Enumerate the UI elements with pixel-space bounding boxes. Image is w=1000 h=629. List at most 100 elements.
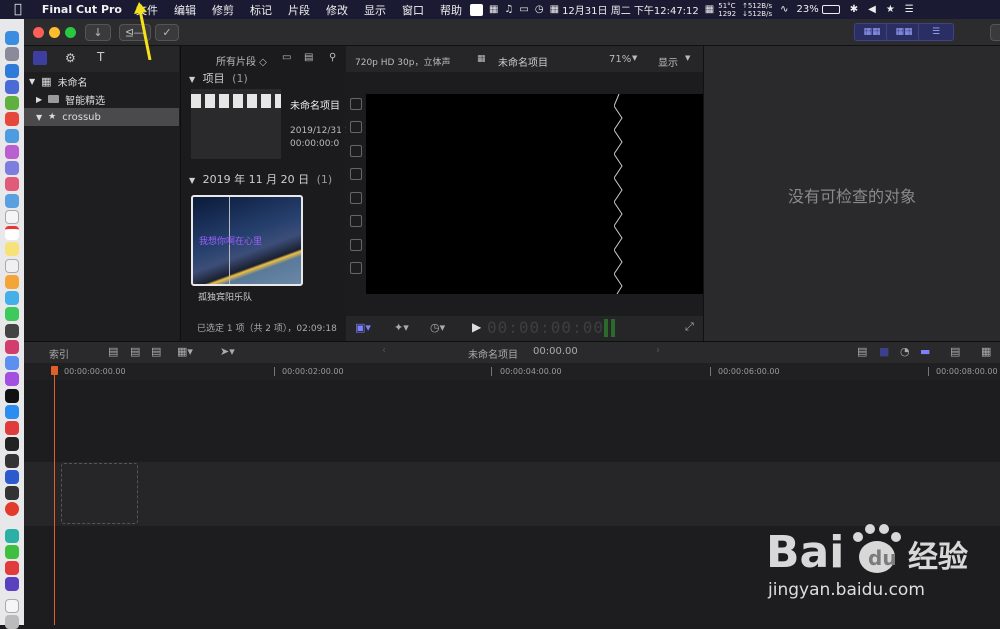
fullscreen-icon[interactable]: ⤢ bbox=[685, 320, 694, 334]
disclosure-open-icon[interactable]: ▼ bbox=[36, 113, 42, 122]
music-icon[interactable]: ♫ bbox=[504, 4, 513, 15]
appletv-icon[interactable] bbox=[5, 389, 19, 403]
headphones-icon[interactable]: ◔ bbox=[900, 345, 910, 358]
video-frame[interactable] bbox=[366, 94, 703, 294]
clip-name[interactable]: 孤独宾阳乐队 bbox=[198, 290, 252, 303]
android-icon[interactable] bbox=[5, 96, 19, 110]
append-clip-icon[interactable]: ▤ bbox=[151, 345, 161, 358]
app-icon[interactable] bbox=[5, 194, 19, 208]
clip-appearance-icon[interactable]: ▭ bbox=[282, 52, 291, 63]
filmstrip-icon[interactable]: ▤ bbox=[304, 52, 313, 63]
app-icon[interactable] bbox=[5, 324, 19, 338]
library-item-event[interactable]: ▼ ★ crossub bbox=[24, 108, 179, 126]
safari-icon[interactable] bbox=[5, 64, 19, 78]
video-only-icon[interactable]: ▤ bbox=[857, 345, 867, 358]
search-icon[interactable]: ⚲ bbox=[329, 52, 336, 63]
menu-view[interactable]: 显示 bbox=[356, 2, 394, 18]
display-icon[interactable]: ▭ bbox=[519, 4, 528, 15]
snapping-icon[interactable]: ▬ bbox=[920, 345, 930, 358]
app-icon[interactable] bbox=[5, 340, 19, 354]
play-icon[interactable]: ▶ bbox=[472, 320, 481, 334]
app-icon[interactable] bbox=[5, 529, 19, 543]
clock-text[interactable]: 12月31日 周二 下午12:47:12 bbox=[562, 2, 699, 17]
connect-clip-icon[interactable]: ▤ bbox=[108, 345, 118, 358]
transform-icon[interactable]: ▣▾ bbox=[355, 321, 371, 334]
disclosure-closed-icon[interactable]: ▶ bbox=[36, 95, 42, 104]
insert-clip-icon[interactable]: ▤ bbox=[130, 345, 140, 358]
clip-appearance-icon[interactable]: ▤ bbox=[950, 345, 960, 358]
finder-icon[interactable] bbox=[5, 31, 19, 45]
grid2-icon[interactable]: ▦ bbox=[705, 4, 714, 15]
app-icon[interactable] bbox=[5, 356, 19, 370]
chevron-down-icon[interactable]: ▼ bbox=[632, 54, 637, 62]
calendar-icon[interactable] bbox=[5, 226, 19, 240]
weibo-icon[interactable] bbox=[5, 561, 19, 575]
inspector-toggle-button[interactable]: ☰ bbox=[918, 23, 954, 41]
project-thumbnail[interactable] bbox=[191, 89, 281, 159]
import-button[interactable]: ↓ bbox=[85, 24, 111, 41]
terminal-icon[interactable] bbox=[5, 437, 19, 451]
menu-edit[interactable]: 编辑 bbox=[166, 2, 204, 18]
forward-arrow-icon[interactable]: › bbox=[656, 345, 660, 356]
battery-text[interactable]: 23% bbox=[797, 4, 819, 15]
bluetooth-icon[interactable]: ✱ bbox=[850, 4, 858, 15]
activity-icon[interactable] bbox=[5, 454, 19, 468]
net-stats[interactable]: ↑512B/s ↓512B/s bbox=[742, 2, 772, 18]
app-icon[interactable] bbox=[5, 145, 19, 159]
clip-thumbnail[interactable]: 我想你啊在心里 bbox=[191, 195, 303, 286]
menu-clip[interactable]: 片段 bbox=[280, 2, 318, 18]
libraries-icon[interactable] bbox=[33, 51, 47, 65]
trash-icon[interactable] bbox=[5, 615, 19, 629]
project-name[interactable]: 未命名项目 bbox=[290, 97, 340, 112]
finalcut-icon[interactable] bbox=[5, 577, 19, 591]
empty-storyline-placeholder[interactable] bbox=[61, 463, 138, 524]
retime-icon[interactable]: ◷▾ bbox=[430, 321, 445, 334]
skimming-icon[interactable]: ■ bbox=[879, 345, 889, 358]
app-icon[interactable] bbox=[5, 177, 19, 191]
overwrite-clip-icon[interactable]: ▦▾ bbox=[177, 345, 193, 358]
clip-filter-select[interactable]: 所有片段 ◇ bbox=[216, 53, 267, 68]
display-menu[interactable]: 显示 bbox=[658, 54, 678, 69]
app-icon[interactable] bbox=[5, 161, 19, 175]
projects-section-header[interactable]: ▼ 项目 (1) bbox=[189, 70, 248, 86]
app-icon[interactable] bbox=[5, 210, 19, 224]
mail-icon[interactable] bbox=[5, 80, 19, 94]
zoom-select[interactable]: 71% bbox=[609, 54, 631, 65]
timeline-ruler[interactable]: 00:00:00:00.00 00:00:02:00.00 00:00:04:0… bbox=[24, 363, 1000, 380]
grid-icon[interactable]: ▦ bbox=[489, 4, 498, 15]
list-icon[interactable]: ☰ bbox=[905, 4, 914, 15]
launchpad-icon[interactable] bbox=[5, 47, 19, 61]
playhead[interactable] bbox=[54, 366, 55, 625]
titles-icon[interactable]: T bbox=[97, 50, 104, 64]
app-icon[interactable] bbox=[5, 486, 19, 500]
back-arrow-icon[interactable]: ‹ bbox=[382, 345, 386, 356]
chevron-down-icon[interactable]: ▼ bbox=[685, 54, 690, 62]
playhead-handle[interactable] bbox=[51, 366, 58, 375]
menu-modify[interactable]: 修改 bbox=[318, 2, 356, 18]
menu-mark[interactable]: 标记 bbox=[242, 2, 280, 18]
disclosure-open-icon[interactable]: ▼ bbox=[29, 77, 35, 86]
app-icon[interactable] bbox=[5, 470, 19, 484]
library-item-smart-collections[interactable]: ▶ 智能精选 bbox=[24, 90, 179, 108]
appstore-icon[interactable] bbox=[5, 405, 19, 419]
star-icon[interactable]: ★ bbox=[886, 4, 895, 15]
wechat-icon[interactable] bbox=[5, 545, 19, 559]
photos-audio-icon[interactable]: ⚙ bbox=[65, 51, 76, 65]
document-icon[interactable] bbox=[5, 599, 19, 613]
app-icon[interactable] bbox=[5, 129, 19, 143]
vivaldi-icon[interactable] bbox=[5, 421, 19, 435]
event-date-header[interactable]: ▼ 2019 年 11 月 20 日 (1) bbox=[189, 171, 332, 187]
enhance-icon[interactable]: ✦▾ bbox=[394, 321, 409, 334]
calendar-icon[interactable]: ▦ bbox=[550, 4, 559, 15]
close-button[interactable] bbox=[33, 27, 44, 38]
browser-toggle-button[interactable]: ▦▦ bbox=[854, 23, 890, 41]
share-button[interactable] bbox=[990, 24, 1000, 41]
battery-icon[interactable] bbox=[821, 5, 840, 14]
library-row[interactable]: ▼ ▦ 未命名 bbox=[24, 72, 179, 90]
menu-window[interactable]: 窗口 bbox=[394, 2, 432, 18]
menu-trim[interactable]: 修剪 bbox=[204, 2, 242, 18]
minimize-button[interactable] bbox=[49, 27, 60, 38]
yandex-icon[interactable] bbox=[5, 502, 19, 516]
menu-help[interactable]: 帮助 bbox=[432, 2, 470, 18]
app-icon[interactable] bbox=[5, 259, 19, 273]
